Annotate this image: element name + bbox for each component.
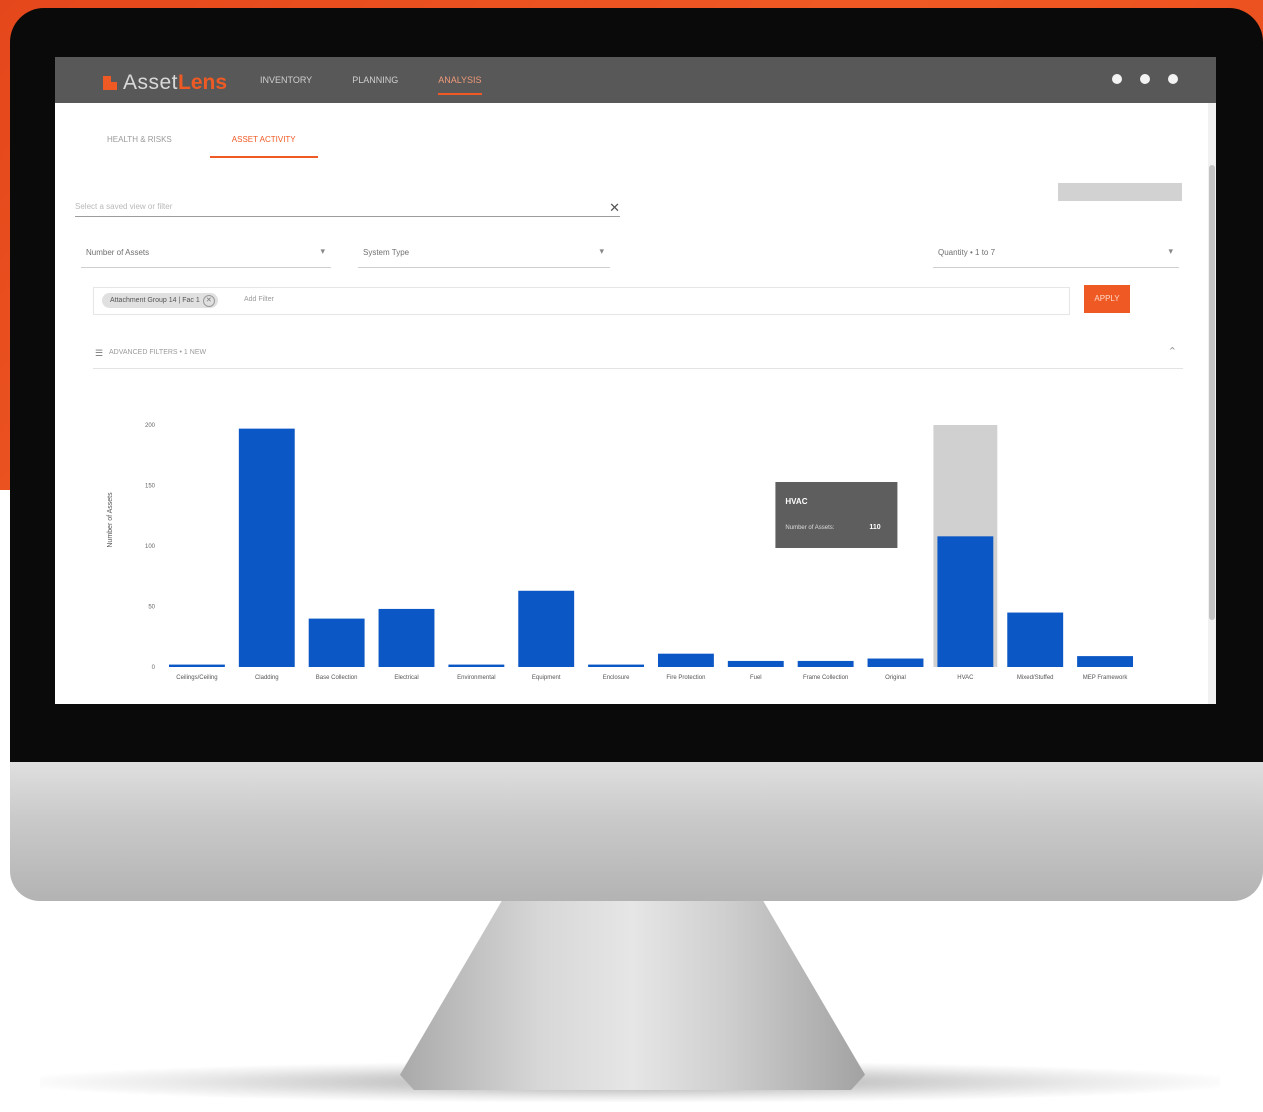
tooltip-background: [775, 482, 898, 548]
x-tick-label: Original: [885, 675, 906, 681]
monitor-stand: [400, 900, 865, 1090]
y-tick-label: 200: [145, 423, 156, 429]
x-tick-label: Fire Protection: [666, 675, 705, 681]
tooltip-title: HVAC: [785, 497, 807, 506]
x-tick-label: Electrical: [394, 675, 418, 681]
bar-ceilings-ceiling[interactable]: [168, 664, 225, 667]
x-tick-label: Base Collection: [316, 675, 358, 681]
bar-enclosure[interactable]: [588, 664, 645, 667]
bar-hvac[interactable]: [937, 536, 994, 667]
scrollbar[interactable]: [1208, 103, 1216, 704]
bar-mep-framework[interactable]: [1077, 656, 1134, 667]
bar-base-collection[interactable]: [308, 618, 365, 667]
bar-electrical[interactable]: [378, 608, 435, 667]
x-tick-label: Enclosure: [603, 675, 630, 681]
assets-bar-chart: Number of Assets 0 50 100 150 200 Ceilings/C…: [107, 423, 1134, 681]
x-tick-label: Cladding: [255, 675, 279, 681]
x-tick-label: Fuel: [750, 675, 762, 681]
bar-environmental[interactable]: [448, 664, 505, 667]
x-tick-label: HVAC: [957, 675, 974, 681]
scrollbar-thumb[interactable]: [1209, 165, 1215, 620]
y-tick-label: 0: [152, 665, 156, 671]
bar-mixed-stuffed[interactable]: [1007, 612, 1064, 667]
y-axis-label: Number of Assets: [107, 492, 114, 548]
y-tick-label: 150: [145, 484, 156, 490]
chart-tooltip: HVAC Number of Assets: 110: [775, 482, 898, 548]
x-tick-label: MEP Framework: [1083, 675, 1129, 681]
bar-cladding[interactable]: [238, 428, 295, 667]
x-tick-label: Environmental: [457, 675, 495, 681]
bar-series: [168, 425, 1134, 667]
x-tick-label: Equipment: [532, 675, 561, 681]
y-tick-label: 100: [145, 544, 156, 550]
y-tick-label: 50: [148, 605, 155, 611]
bar-fire-protection[interactable]: [657, 653, 714, 667]
x-tick-label: Ceilings/Ceiling: [176, 675, 217, 681]
tooltip-label: Number of Assets:: [785, 525, 834, 531]
bar-fuel[interactable]: [727, 660, 784, 667]
y-axis-ticks: 0 50 100 150 200: [145, 423, 156, 671]
tooltip-value: 110: [869, 524, 880, 531]
bar-original[interactable]: [867, 658, 924, 667]
app-screen: Asset Lens INVENTORY PLANNING ANALYSIS H…: [55, 57, 1216, 704]
bar-equipment[interactable]: [518, 590, 575, 667]
x-axis-ticks: Ceilings/Ceiling Cladding Base Collection E…: [176, 675, 1128, 681]
bar-frame-collection[interactable]: [797, 660, 854, 667]
x-tick-label: Mixed/Stuffed: [1017, 675, 1054, 681]
monitor-chin: [10, 755, 1263, 901]
x-tick-label: Frame Collection: [803, 675, 848, 681]
